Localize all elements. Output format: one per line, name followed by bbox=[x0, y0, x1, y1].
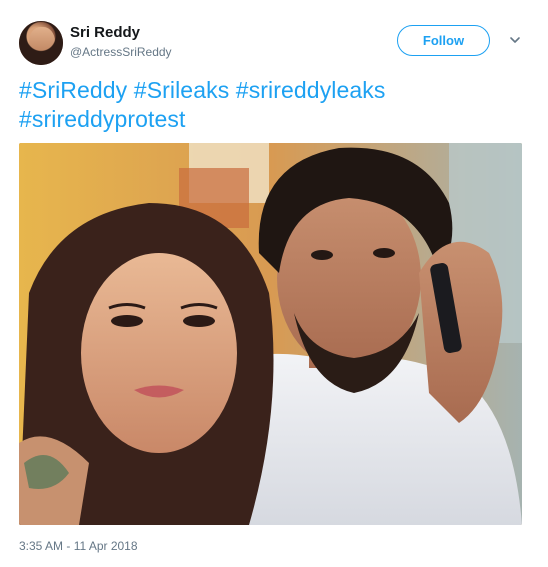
avatar[interactable] bbox=[19, 21, 63, 65]
chevron-down-icon[interactable] bbox=[509, 34, 521, 46]
tweet-card: Sri Reddy @ActressSriReddy Follow #SriRe… bbox=[0, 0, 548, 567]
follow-button[interactable]: Follow bbox=[397, 25, 490, 56]
hashtag-srireddy[interactable]: #SriReddy bbox=[19, 77, 127, 103]
display-name[interactable]: Sri Reddy bbox=[70, 24, 140, 41]
hashtag-srireddyprotest[interactable]: #srireddyprotest bbox=[19, 106, 186, 132]
hashtag-srileaks[interactable]: #Srileaks bbox=[134, 77, 230, 103]
timestamp[interactable]: 3:35 AM - 11 Apr 2018 bbox=[19, 539, 138, 553]
tweet-text: #SriReddy #Srileaks #srireddyleaks #srir… bbox=[19, 76, 529, 134]
avatar-hair bbox=[19, 21, 63, 65]
photo-illustration bbox=[19, 143, 522, 525]
tweet-photo[interactable] bbox=[19, 143, 522, 525]
user-handle[interactable]: @ActressSriReddy bbox=[70, 45, 172, 59]
hashtag-srireddyleaks[interactable]: #srireddyleaks bbox=[236, 77, 386, 103]
